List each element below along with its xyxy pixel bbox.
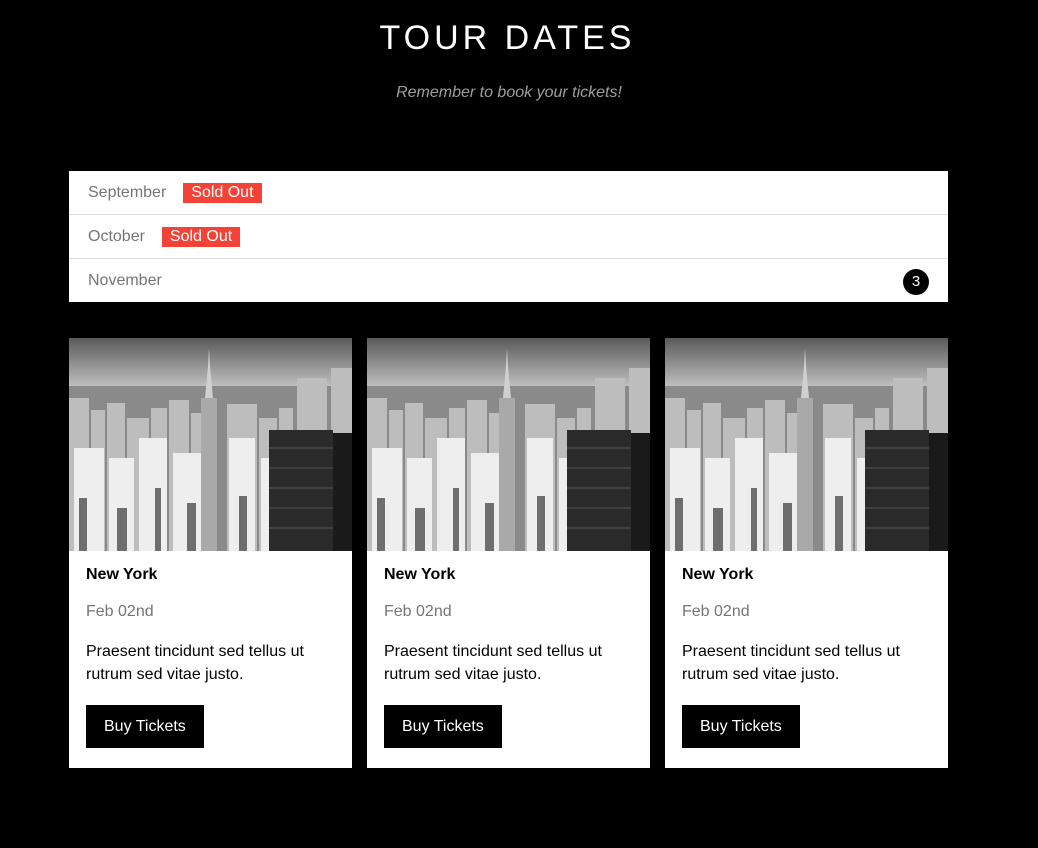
month-list: September Sold Out October Sold Out Nove… <box>69 171 948 302</box>
city-skyline-image <box>367 338 650 551</box>
count-badge: 3 <box>903 269 929 295</box>
card-date: Feb 02nd <box>86 603 154 620</box>
tour-card: New York Feb 02nd Praesent tincidunt sed… <box>367 338 650 768</box>
card-city: New York <box>384 566 456 583</box>
tour-page: TOUR DATES Remember to book your tickets… <box>0 0 1038 848</box>
sold-out-badge: Sold Out <box>161 226 241 247</box>
card-date: Feb 02nd <box>682 603 750 620</box>
page-subtitle: Remember to book your tickets! <box>396 84 622 101</box>
tour-card: New York Feb 02nd Praesent tincidunt sed… <box>665 338 948 768</box>
city-skyline-image <box>69 338 352 551</box>
card-city: New York <box>682 566 754 583</box>
card-description: Praesent tincidunt sed tellus ut rutrum … <box>682 643 900 683</box>
buy-tickets-button[interactable]: Buy Tickets <box>86 705 204 748</box>
month-item-september[interactable]: September Sold Out <box>69 171 948 215</box>
tour-card: New York Feb 02nd Praesent tincidunt sed… <box>69 338 352 768</box>
card-date: Feb 02nd <box>384 603 452 620</box>
month-label: September <box>88 183 167 201</box>
month-label: October <box>88 227 145 245</box>
card-description: Praesent tincidunt sed tellus ut rutrum … <box>86 643 304 683</box>
page-title: TOUR DATES <box>379 19 636 57</box>
card-city: New York <box>86 566 158 583</box>
buy-tickets-button[interactable]: Buy Tickets <box>682 705 800 748</box>
month-label: November <box>88 271 162 289</box>
card-description: Praesent tincidunt sed tellus ut rutrum … <box>384 643 602 683</box>
month-item-november[interactable]: November 3 <box>69 259 948 302</box>
sold-out-badge: Sold Out <box>183 182 262 203</box>
city-skyline-image <box>665 338 948 551</box>
month-item-october[interactable]: October Sold Out <box>69 215 948 259</box>
buy-tickets-button[interactable]: Buy Tickets <box>384 705 502 748</box>
